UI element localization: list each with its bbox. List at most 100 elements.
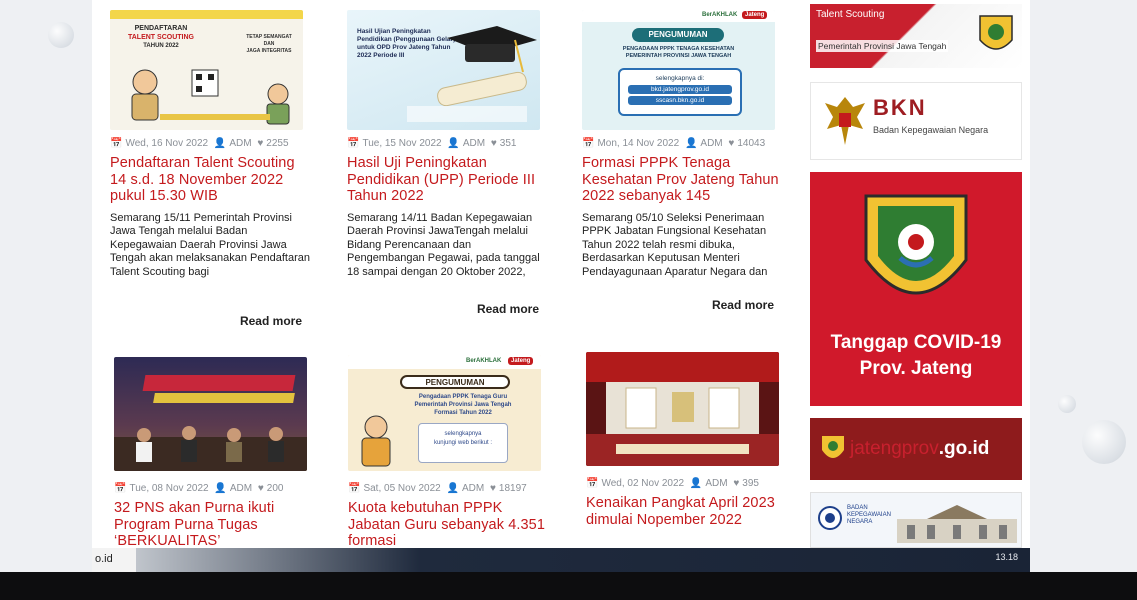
user-icon: 👤 <box>684 138 698 149</box>
post-title[interactable]: 32 PNS akan Purna ikuti Program Purna Tu… <box>114 500 314 550</box>
post-meta: 📅 Tue, 08 Nov 2022 👤 ADM ♥ 200 <box>114 483 314 494</box>
calendar-icon: 📅 <box>110 138 123 149</box>
water-drop <box>1082 420 1126 464</box>
post-likes: 2255 <box>266 138 289 149</box>
talent-banner-subtitle: Pemerintah Provinsi Jawa Tengah <box>816 40 949 52</box>
user-icon: 👤 <box>689 478 703 489</box>
post-likes: 351 <box>499 138 517 149</box>
browser-screen: PENDAFTARAN TALENT SCOUTING TAHUN 2022 T… <box>92 0 1030 572</box>
post-title[interactable]: Formasi PPPK Tenaga Kesehatan Prov Jaten… <box>582 155 782 205</box>
user-icon: 👤 <box>214 483 227 494</box>
post-card: BerAKHLAK Jateng PENGUMUMAN PENGADAAN PP… <box>582 10 782 312</box>
heart-icon: ♥ <box>257 138 264 149</box>
calendar-icon: 📅 <box>114 483 127 494</box>
post-date: Sat, 05 Nov 2022 <box>363 483 441 494</box>
sidebar-bkn2-banner[interactable]: BADAN KEPEGAWAIAN NEGARA <box>810 492 1022 548</box>
post-author: ADM <box>461 483 485 494</box>
cartoon-people-icon <box>131 69 290 125</box>
covid-banner-title: Tanggap COVID-19 <box>830 332 1002 353</box>
bkn-full-name: Badan Kepegawaian Negara <box>873 125 989 135</box>
post-meta: 📅 Sat, 05 Nov 2022 👤 ADM ♥ 18197 <box>348 483 548 494</box>
post-author: ADM <box>700 138 723 149</box>
read-more-link[interactable]: Read more <box>477 302 539 316</box>
monitor-bezel <box>0 572 1137 600</box>
jateng-logo: Jateng <box>742 11 768 19</box>
post-thumbnail[interactable]: PENDAFTARAN TALENT SCOUTING TAHUN 2022 T… <box>110 10 303 130</box>
read-more-link[interactable]: Read more <box>240 314 302 328</box>
post-thumbnail[interactable] <box>114 357 307 471</box>
thumb-text: PEMERINTAH PROVINSI JAWA TENGAH <box>625 53 732 59</box>
post-thumbnail[interactable]: BerAKHLAK Jateng PENGUMUMAN Pengadaan PP… <box>348 355 541 471</box>
water-drop <box>1058 395 1076 413</box>
heart-icon: ♥ <box>490 138 497 149</box>
sidebar-jatengprov-banner[interactable]: jatengprov.go.id <box>810 418 1022 480</box>
post-likes: 18197 <box>498 483 527 494</box>
user-icon: 👤 <box>446 483 459 494</box>
post-meta: 📅 Tue, 15 Nov 2022 👤 ADM ♥ 351 <box>347 138 547 149</box>
jateng-emblem-icon <box>979 15 1013 50</box>
post-date: Tue, 08 Nov 2022 <box>129 483 209 494</box>
post-thumbnail[interactable]: BerAKHLAK Jateng PENGUMUMAN PENGADAAN PP… <box>582 10 775 130</box>
post-author: ADM <box>229 138 252 149</box>
post-excerpt: Semarang 14/11 Badan Kepegawaian Daerah … <box>347 211 540 278</box>
post-author: ADM <box>462 138 486 149</box>
thumb-text: selengkapnya di: <box>655 75 705 82</box>
post-author: ADM <box>705 478 728 489</box>
post-title[interactable]: Kenaikan Pangkat April 2023 dimulai Nope… <box>586 495 786 528</box>
status-url-hint: o.id <box>92 548 136 572</box>
sidebar-covid-banner[interactable]: Tanggap COVID-19 Prov. Jateng <box>810 172 1022 406</box>
building-photo <box>897 505 1017 543</box>
post-date: Tue, 15 Nov 2022 <box>362 138 442 149</box>
post-title[interactable]: Hasil Uji Peningkatan Pendidikan (UPP) P… <box>347 155 547 205</box>
heart-icon: ♥ <box>257 483 264 494</box>
calendar-icon: 📅 <box>586 478 599 489</box>
user-icon: 👤 <box>213 138 227 149</box>
sidebar-bkn-banner[interactable]: BKN Badan Kepegawaian Negara <box>810 82 1022 160</box>
thumb-text: sscasn.bkn.go.id <box>628 96 732 105</box>
post-card: BerAKHLAK Jateng PENGUMUMAN Pengadaan PP… <box>348 355 548 550</box>
jatengprov-url-tld: .go.id <box>938 438 990 459</box>
post-author: ADM <box>229 483 253 494</box>
talent-banner-title: Talent Scouting <box>816 9 885 20</box>
post-title[interactable]: Kuota kebutuhan PPPK Jabatan Guru sebany… <box>348 500 548 550</box>
calendar-icon: 📅 <box>348 483 361 494</box>
water-drop <box>48 22 74 48</box>
bkn2-text: KEPEGAWAIAN <box>847 512 891 518</box>
post-date: Mon, 14 Nov 2022 <box>597 138 680 149</box>
user-icon: 👤 <box>447 138 460 149</box>
jatengprov-url: jatengprov.go.id <box>850 438 989 460</box>
post-thumbnail[interactable]: Hasil Ujian Peningkatan Pendidikan (Peng… <box>347 10 540 130</box>
post-thumbnail[interactable] <box>586 352 779 466</box>
post-date: Wed, 16 Nov 2022 <box>125 138 209 149</box>
post-likes: 14043 <box>737 138 766 149</box>
post-meta: 📅 Mon, 14 Nov 2022 👤 ADM ♥ 14043 <box>582 138 782 149</box>
thumb-text: PENGUMUMAN <box>632 28 724 42</box>
heart-icon: ♥ <box>733 478 740 489</box>
post-likes: 200 <box>266 483 284 494</box>
sidebar-talent-banner[interactable]: Talent Scouting Pemerintah Provinsi Jawa… <box>810 4 1022 68</box>
thumb-text: PENGADAAN PPPK TENAGA KESEHATAN <box>622 46 735 52</box>
bkn-seal-icon <box>818 506 842 530</box>
bkn2-text: BADAN <box>847 505 868 511</box>
post-excerpt: Semarang 15/11 Pemerintah Provinsi Jawa … <box>110 211 310 278</box>
calendar-icon: 📅 <box>582 138 595 149</box>
stage-left <box>0 0 92 572</box>
stage-right <box>1030 0 1137 572</box>
post-meta: 📅 Wed, 02 Nov 2022 👤 ADM ♥ 395 <box>586 478 786 489</box>
graduation-cap-icon <box>407 26 537 122</box>
post-meta: 📅 Wed, 16 Nov 2022 👤 ADM ♥ 2255 <box>110 138 310 149</box>
post-title[interactable]: Pendaftaran Talent Scouting 14 s.d. 18 N… <box>110 155 310 205</box>
calendar-icon: 📅 <box>347 138 360 149</box>
heart-icon: ♥ <box>728 138 735 149</box>
post-card: PENDAFTARAN TALENT SCOUTING TAHUN 2022 T… <box>110 10 310 328</box>
post-likes: 395 <box>742 478 759 489</box>
read-more-link[interactable]: Read more <box>712 298 774 312</box>
post-card: Hasil Ujian Peningkatan Pendidikan (Peng… <box>347 10 547 316</box>
jateng-emblem-icon <box>864 194 968 295</box>
taskbar-clock: 13.18 <box>995 552 1018 562</box>
jateng-emblem-icon <box>822 436 844 458</box>
taskbar: o.id 13.18 <box>92 548 1030 572</box>
people-photo <box>114 426 307 471</box>
post-excerpt: Semarang 05/10 Seleksi Penerimaan PPPK J… <box>582 211 768 278</box>
post-card: 📅 Tue, 08 Nov 2022 👤 ADM ♥ 200 32 PNS akan … <box>114 357 314 550</box>
